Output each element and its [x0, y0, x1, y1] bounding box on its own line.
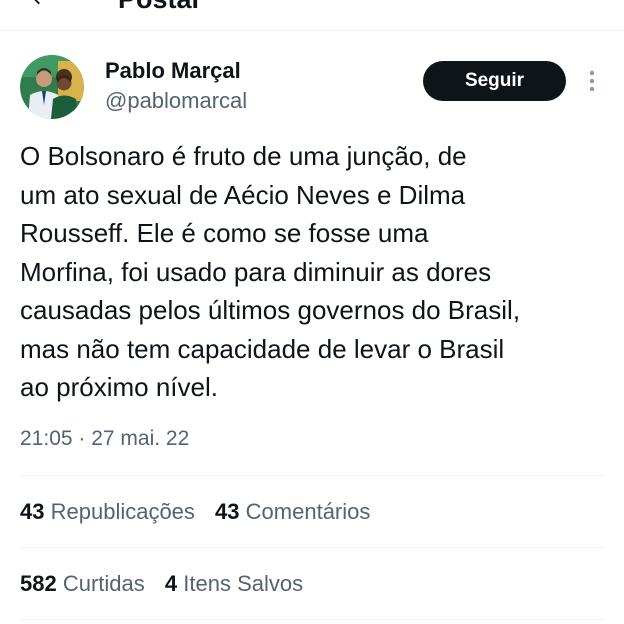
divider	[20, 547, 605, 548]
likes-label: Curtidas	[62, 571, 145, 596]
more-vertical-icon[interactable]	[586, 68, 598, 94]
stats-row-likes-saves: 582 Curtidas 4 Itens Salvos	[20, 571, 317, 597]
tweet-detail-page: Postar Pablo Marçal @	[0, 0, 624, 624]
top-bar: Postar	[0, 0, 624, 31]
tweet-text: O Bolsonaro é fruto de uma junção, de um…	[20, 137, 610, 407]
author-handle[interactable]: @pablomarcal	[105, 88, 247, 114]
saves-label: Itens Salvos	[183, 571, 304, 596]
follow-button[interactable]: Seguir	[423, 61, 566, 101]
tweet-text-line: O Bolsonaro é fruto de uma junção, de	[20, 141, 467, 171]
reposts-stat[interactable]: 43 Republicações	[20, 499, 195, 525]
tweet-text-line: ao próximo nível.	[20, 372, 218, 402]
divider	[20, 619, 605, 620]
comments-count: 43	[215, 499, 240, 524]
divider	[20, 475, 605, 476]
avatar[interactable]	[20, 55, 84, 119]
author-name[interactable]: Pablo Marçal	[105, 58, 241, 84]
page-title: Postar	[118, 0, 202, 15]
likes-count: 582	[20, 571, 57, 596]
reposts-count: 43	[20, 499, 45, 524]
saves-count: 4	[164, 571, 178, 596]
tweet-text-line: Morfina, foi usado para diminuir as dore…	[20, 256, 492, 287]
tweet-text-line: Rousseff. Ele é como se fosse uma	[20, 218, 429, 248]
tweet-text-line: um ato sexual de Aécio Neves e Dilma	[20, 179, 466, 210]
comments-stat[interactable]: 43 Comentários	[215, 499, 370, 525]
likes-stat[interactable]: 582 Curtidas	[20, 571, 145, 597]
arrow-left-icon[interactable]	[28, 0, 50, 8]
tweet-text-line: mas não tem capacidade de levar o Brasil	[20, 333, 505, 364]
tweet-timestamp[interactable]: 21:05 · 27 mai. 22	[20, 427, 189, 451]
comments-label: Comentários	[245, 499, 371, 524]
stats-row-reposts-comments: 43 Republicações 43 Comentários	[20, 499, 384, 525]
avatar-image	[20, 55, 84, 119]
reposts-label: Republicações	[50, 499, 195, 524]
saves-stat[interactable]: 4 Itens Salvos	[165, 571, 303, 597]
tweet-text-line: causadas pelos últimos governos do Brasi…	[20, 295, 521, 325]
